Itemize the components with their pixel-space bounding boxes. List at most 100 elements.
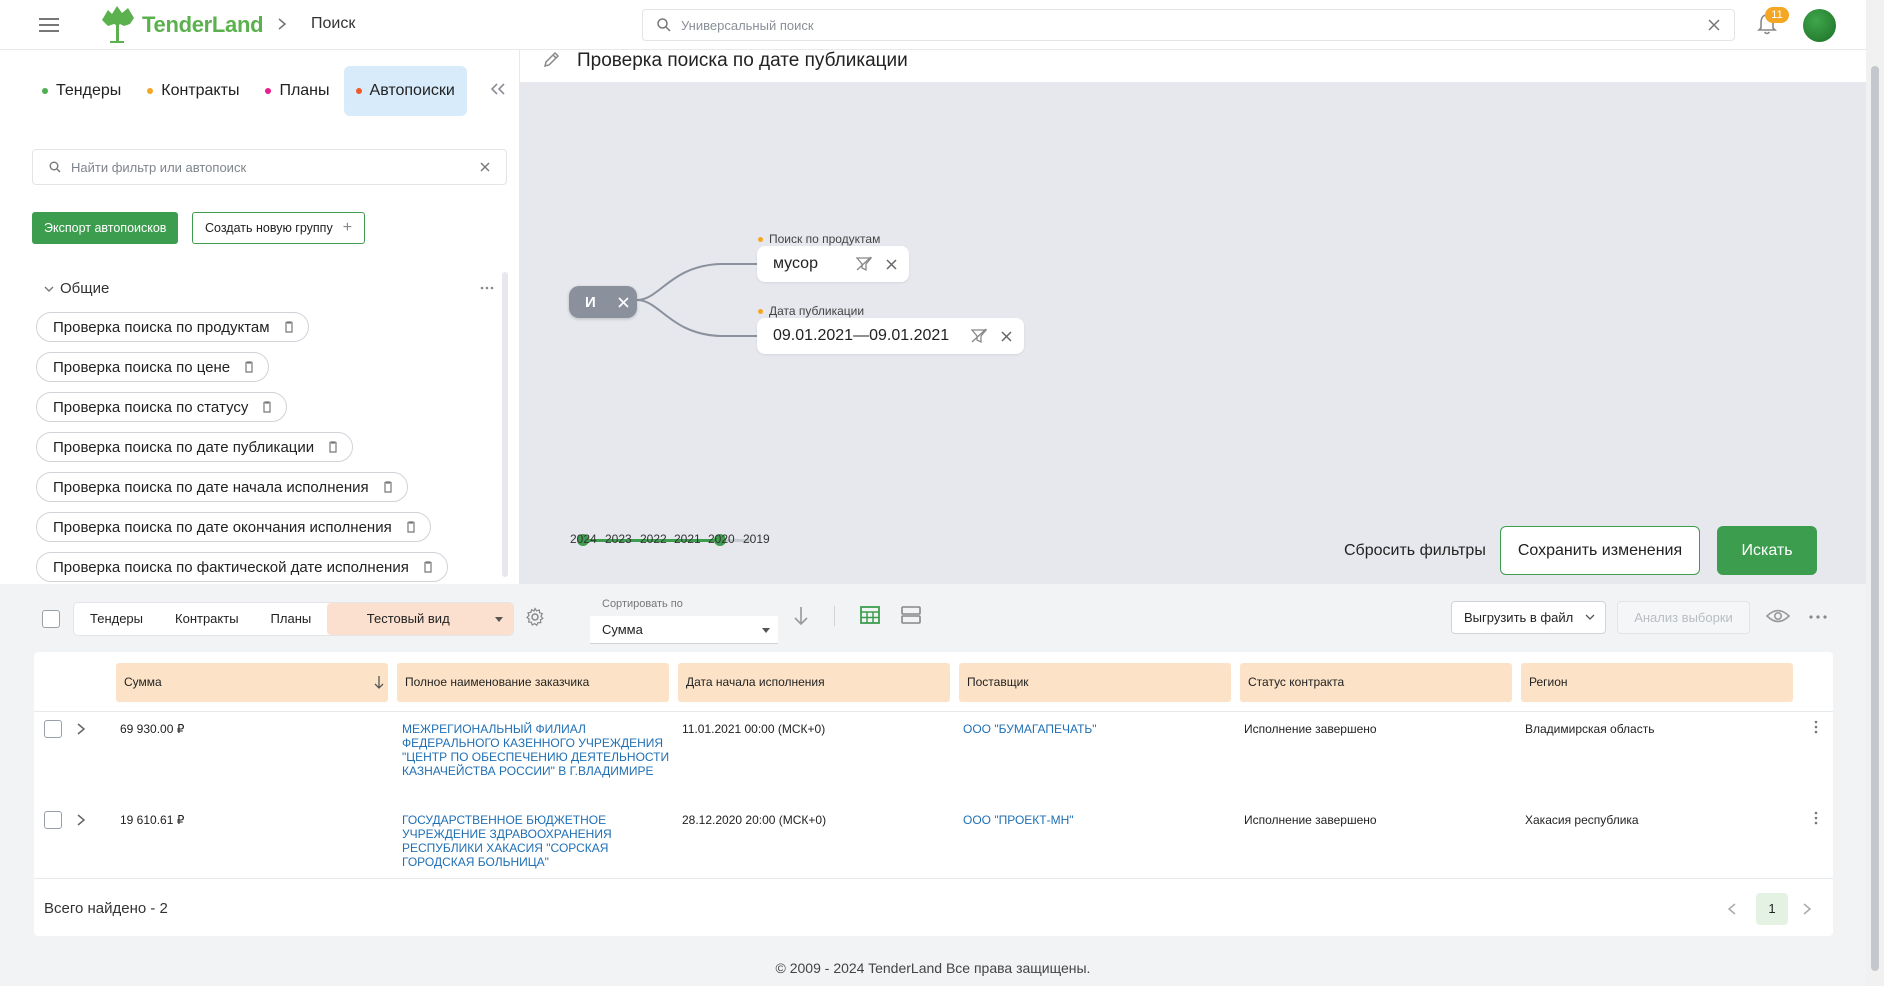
cell-supplier-link[interactable]: ООО "ПРОЕКТ-МН": [963, 813, 1074, 827]
filter-chip-label: Проверка поиска по дате публикации: [53, 438, 315, 456]
cell-customer-link[interactable]: ГОСУДАРСТВЕННОЕ БЮДЖЕТНОЕ УЧРЕЖДЕНИЕ ЗДР…: [402, 813, 632, 869]
view-select[interactable]: Тестовый вид: [327, 603, 514, 635]
trash-icon[interactable]: [383, 481, 393, 493]
trash-icon[interactable]: [262, 401, 272, 413]
kebab-menu-icon[interactable]: [1814, 811, 1818, 825]
category-tabs: Тендеры Контракты Планы Автопоиски: [30, 66, 469, 116]
condition-value: 09.01.2021—09.01.2021: [773, 327, 950, 344]
filter-off-icon[interactable]: [855, 256, 872, 272]
filter-off-icon[interactable]: [971, 328, 988, 344]
page-number-current[interactable]: 1: [1756, 893, 1788, 925]
reset-filters-button[interactable]: Сбросить фильтры: [1332, 528, 1498, 574]
cell-sum: 19 610.61 ₽: [120, 813, 185, 827]
breadcrumb[interactable]: Поиск: [311, 15, 355, 33]
arrow-down-icon[interactable]: [794, 606, 808, 626]
card-view-icon[interactable]: [901, 605, 921, 625]
year-tick[interactable]: 2019: [743, 532, 770, 546]
create-group-button[interactable]: Создать новую группу +: [192, 212, 366, 244]
trash-icon[interactable]: [423, 561, 433, 573]
cell-status: Исполнение завершено: [1244, 722, 1377, 736]
view-tabs: Тендеры Контракты Планы Тестовый вид: [73, 602, 515, 636]
eye-icon[interactable]: [1766, 608, 1790, 624]
condition-node[interactable]: 09.01.2021—09.01.2021: [757, 318, 1025, 354]
close-icon[interactable]: [618, 296, 629, 308]
column-header-start-date[interactable]: Дата начала исполнения: [678, 663, 950, 702]
and-operator-node[interactable]: И: [569, 286, 637, 318]
year-tick[interactable]: 2024: [570, 532, 597, 546]
export-file-select[interactable]: Выгрузить в файл: [1451, 601, 1606, 634]
chevron-right-icon[interactable]: [76, 814, 86, 826]
close-icon[interactable]: [480, 162, 490, 172]
filter-chip[interactable]: Проверка поиска по статусу: [36, 392, 288, 422]
group-header[interactable]: Общие: [44, 280, 109, 297]
export-autosearches-button[interactable]: Экспорт автопоисков: [32, 212, 179, 244]
more-icon[interactable]: [1809, 615, 1827, 619]
page-scrollbar[interactable]: [1866, 0, 1884, 986]
condition-node[interactable]: мусор: [757, 246, 909, 282]
tab-contracts[interactable]: Контракты: [135, 66, 251, 116]
column-header-supplier[interactable]: Поставщик: [959, 663, 1231, 702]
row-checkbox[interactable]: [44, 720, 62, 738]
filter-search[interactable]: [32, 149, 507, 185]
cell-customer-link[interactable]: МЕЖРЕГИОНАЛЬНЫЙ ФИЛИАЛ ФЕДЕРАЛЬНОГО КАЗЕ…: [402, 722, 672, 778]
column-header-sum[interactable]: Сумма: [116, 663, 388, 702]
scrollbar-thumb[interactable]: [1871, 66, 1879, 971]
trash-icon[interactable]: [328, 441, 338, 453]
tab-tenders[interactable]: Тендеры: [30, 66, 133, 116]
close-icon[interactable]: [886, 258, 897, 270]
filter-chip[interactable]: Проверка поиска по продуктам: [36, 312, 309, 342]
cell-supplier-link[interactable]: ООО "БУМАГАПЕЧАТЬ": [963, 722, 1097, 736]
year-tick[interactable]: 2020: [708, 532, 735, 546]
global-search-input[interactable]: [681, 10, 1681, 40]
condition-dot: [758, 308, 763, 314]
scrollbar[interactable]: [502, 272, 508, 577]
chevron-right-icon[interactable]: [76, 723, 86, 735]
tab-plans[interactable]: Планы: [253, 66, 341, 116]
search-button[interactable]: Искать: [1717, 526, 1817, 575]
view-tab-contracts[interactable]: Контракты: [159, 603, 255, 635]
filter-chip-selected[interactable]: Проверка поиска по дате публикации: [36, 432, 354, 462]
divider: [834, 606, 835, 626]
filter-chip[interactable]: Проверка поиска по дате начала исполнени…: [36, 472, 408, 502]
filter-chip[interactable]: Проверка поиска по цене: [36, 352, 270, 382]
filter-chip[interactable]: Проверка поиска по фактической дате испо…: [36, 552, 448, 582]
filter-search-input[interactable]: [71, 150, 471, 184]
condition-label-text: Дата публикации: [769, 304, 865, 318]
menu-icon[interactable]: [38, 14, 62, 36]
double-chevron-left-icon[interactable]: [490, 82, 506, 96]
column-header-status[interactable]: Статус контракта: [1240, 663, 1512, 702]
table-view-icon[interactable]: [860, 605, 880, 625]
logo[interactable]: TenderLand: [98, 4, 264, 46]
filter-chip[interactable]: Проверка поиска по дате окончания исполн…: [36, 512, 431, 542]
caret-down-icon: [495, 617, 504, 622]
arrow-down-icon[interactable]: [374, 675, 384, 689]
chevron-left-icon[interactable]: [1727, 903, 1737, 915]
year-tick[interactable]: 2021: [674, 532, 701, 546]
view-tab-tenders[interactable]: Тендеры: [74, 603, 159, 635]
trash-icon[interactable]: [406, 521, 416, 533]
close-icon[interactable]: [1001, 330, 1012, 342]
tab-label: Автопоиски: [369, 82, 455, 99]
column-header-customer[interactable]: Полное наименование заказчика: [397, 663, 669, 702]
sort-select[interactable]: Сумма: [590, 616, 778, 644]
plus-icon: +: [342, 219, 353, 236]
tab-autosearches[interactable]: Автопоиски: [343, 66, 467, 116]
global-search[interactable]: [642, 9, 1735, 41]
analyze-selection-button[interactable]: Анализ выборки: [1617, 601, 1750, 634]
year-tick[interactable]: 2022: [640, 532, 667, 546]
more-icon[interactable]: [480, 286, 494, 290]
avatar[interactable]: [1803, 9, 1836, 42]
year-tick[interactable]: 2023: [605, 532, 632, 546]
gear-icon[interactable]: [525, 607, 545, 627]
row-checkbox[interactable]: [44, 811, 62, 829]
column-header-region[interactable]: Регион: [1521, 663, 1793, 702]
close-icon[interactable]: [1708, 19, 1720, 31]
kebab-menu-icon[interactable]: [1814, 720, 1818, 734]
select-all-checkbox[interactable]: [42, 610, 60, 628]
caret-down-icon: [762, 628, 770, 633]
save-changes-button[interactable]: Сохранить изменения: [1500, 526, 1700, 575]
trash-icon[interactable]: [244, 361, 254, 373]
view-tab-plans[interactable]: Планы: [255, 603, 328, 635]
chevron-right-icon[interactable]: [1802, 903, 1812, 915]
trash-icon[interactable]: [284, 321, 294, 333]
